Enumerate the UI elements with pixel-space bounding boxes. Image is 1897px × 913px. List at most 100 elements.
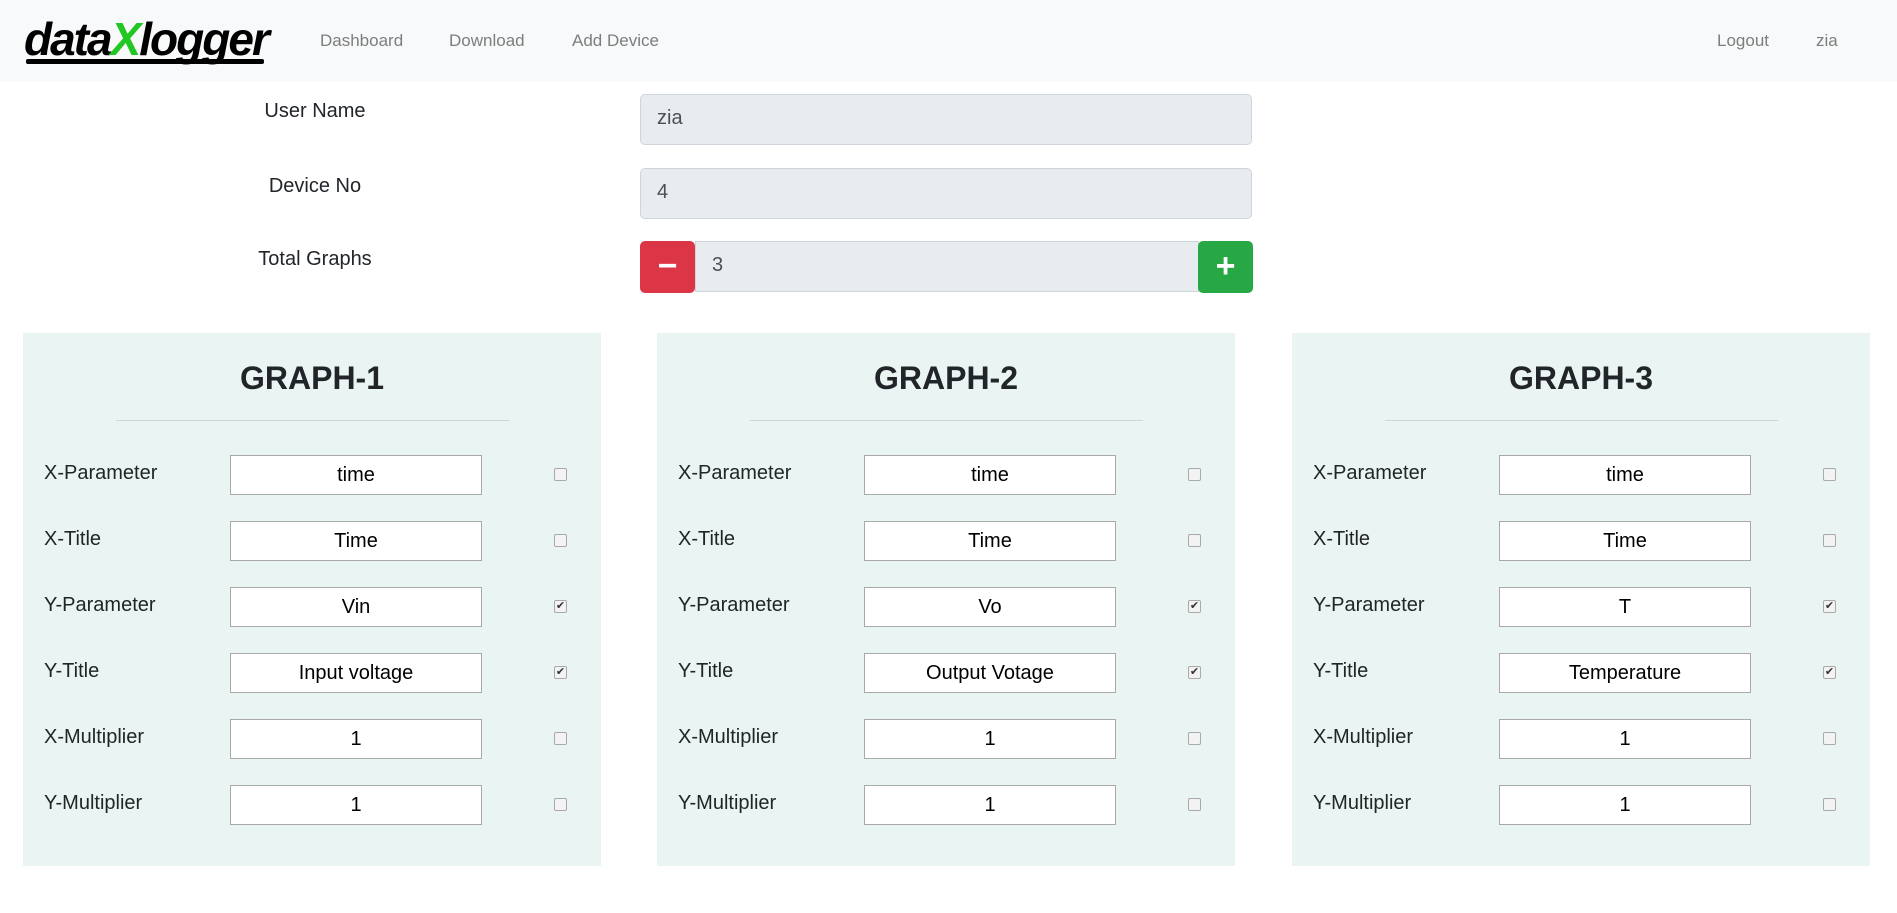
row-checkbox[interactable] xyxy=(1823,534,1836,547)
graph-row: X-Title Time xyxy=(1292,521,1870,561)
row-checkbox[interactable] xyxy=(1188,798,1201,811)
user-name-label: User Name xyxy=(264,100,366,122)
logo-underline xyxy=(26,59,264,64)
logo-text-data: data xyxy=(24,13,113,65)
graph-row: Y-Parameter T ✔ xyxy=(1292,587,1870,627)
nav-user[interactable]: zia xyxy=(1816,31,1838,51)
row-checkbox[interactable] xyxy=(1188,468,1201,481)
row-input[interactable]: time xyxy=(230,455,482,495)
row-label: Y-Title xyxy=(678,660,734,682)
row-input[interactable]: Vo xyxy=(864,587,1116,627)
row-label: Y-Multiplier xyxy=(678,792,777,814)
graph-row: Y-Parameter Vin ✔ xyxy=(23,587,601,627)
graph-panel-1: GRAPH-1 X-Parameter time X-Title Time Y-… xyxy=(23,333,601,866)
row-checkbox[interactable] xyxy=(1823,732,1836,745)
row-label: X-Title xyxy=(1313,528,1371,550)
row-input[interactable]: 1 xyxy=(864,785,1116,825)
row-input[interactable]: Time xyxy=(864,521,1116,561)
row-input[interactable]: 1 xyxy=(864,719,1116,759)
row-label: X-Title xyxy=(44,528,102,550)
navbar: dataXlogger Dashboard Download Add Devic… xyxy=(0,0,1897,82)
device-no-label: Device No xyxy=(268,175,362,197)
total-graphs-field[interactable]: 3 xyxy=(695,241,1199,292)
row-input[interactable]: T xyxy=(1499,587,1751,627)
graph-row: Y-Title Output Votage ✔ xyxy=(657,653,1235,693)
row-input[interactable]: time xyxy=(1499,455,1751,495)
row-checkbox[interactable] xyxy=(554,468,567,481)
graph-row: Y-Title Input voltage ✔ xyxy=(23,653,601,693)
row-label: X-Parameter xyxy=(1313,462,1427,484)
row-checkbox[interactable] xyxy=(1823,798,1836,811)
row-input[interactable]: Time xyxy=(230,521,482,561)
row-checkbox[interactable]: ✔ xyxy=(554,600,567,613)
graph-row: Y-Multiplier 1 xyxy=(1292,785,1870,825)
nav-logout[interactable]: Logout xyxy=(1717,31,1769,51)
row-input[interactable]: Output Votage xyxy=(864,653,1116,693)
graph-title: GRAPH-2 xyxy=(873,360,1018,396)
total-graphs-label: Total Graphs xyxy=(258,248,372,270)
row-label: X-Title xyxy=(678,528,736,550)
logo[interactable]: dataXlogger xyxy=(24,12,270,66)
increase-graphs-button[interactable]: + xyxy=(1198,241,1253,293)
graph-title: GRAPH-1 xyxy=(239,360,384,396)
row-input[interactable]: Input voltage xyxy=(230,653,482,693)
graph-row: X-Parameter time xyxy=(1292,455,1870,495)
nav-dashboard[interactable]: Dashboard xyxy=(320,31,403,51)
logo-text-logger: logger xyxy=(139,13,270,65)
divider xyxy=(750,420,1143,421)
row-input[interactable]: 1 xyxy=(1499,719,1751,759)
divider xyxy=(116,420,509,421)
row-label: X-Parameter xyxy=(678,462,792,484)
graph-row: X-Multiplier 1 xyxy=(1292,719,1870,759)
row-checkbox[interactable]: ✔ xyxy=(1823,666,1836,679)
row-label: Y-Title xyxy=(44,660,100,682)
row-checkbox[interactable]: ✔ xyxy=(1823,600,1836,613)
row-checkbox[interactable]: ✔ xyxy=(1188,666,1201,679)
graph-panel-3: GRAPH-3 X-Parameter time X-Title Time Y-… xyxy=(1292,333,1870,866)
divider xyxy=(1385,420,1778,421)
row-label: Y-Title xyxy=(1313,660,1369,682)
row-checkbox[interactable] xyxy=(554,534,567,547)
decrease-graphs-button[interactable]: − xyxy=(640,241,695,293)
row-input[interactable]: 1 xyxy=(230,719,482,759)
row-label: Y-Multiplier xyxy=(1313,792,1412,814)
minus-icon: − xyxy=(657,247,678,285)
row-label: Y-Parameter xyxy=(678,594,790,616)
row-input[interactable]: time xyxy=(864,455,1116,495)
user-name-field[interactable]: zia xyxy=(640,94,1252,145)
graph-row: Y-Multiplier 1 xyxy=(657,785,1235,825)
row-label: X-Multiplier xyxy=(678,726,779,748)
row-label: Y-Parameter xyxy=(1313,594,1425,616)
nav-download[interactable]: Download xyxy=(449,31,525,51)
nav-add-device[interactable]: Add Device xyxy=(572,31,659,51)
graph-row: Y-Title Temperature ✔ xyxy=(1292,653,1870,693)
row-input[interactable]: Vin xyxy=(230,587,482,627)
graph-row: X-Parameter time xyxy=(23,455,601,495)
row-input[interactable]: Temperature xyxy=(1499,653,1751,693)
row-checkbox[interactable] xyxy=(1823,468,1836,481)
graph-title: GRAPH-3 xyxy=(1508,360,1653,396)
row-checkbox[interactable]: ✔ xyxy=(1188,600,1201,613)
graph-row: Y-Multiplier 1 xyxy=(23,785,601,825)
row-label: Y-Parameter xyxy=(44,594,156,616)
row-checkbox[interactable]: ✔ xyxy=(554,666,567,679)
logo-text-x: X xyxy=(110,13,142,65)
row-checkbox[interactable] xyxy=(554,732,567,745)
row-input[interactable]: 1 xyxy=(230,785,482,825)
row-checkbox[interactable] xyxy=(1188,732,1201,745)
graph-row: X-Title Time xyxy=(657,521,1235,561)
graph-row: X-Parameter time xyxy=(657,455,1235,495)
row-label: X-Multiplier xyxy=(1313,726,1414,748)
row-checkbox[interactable] xyxy=(554,798,567,811)
row-label: X-Parameter xyxy=(44,462,158,484)
row-input[interactable]: Time xyxy=(1499,521,1751,561)
row-checkbox[interactable] xyxy=(1188,534,1201,547)
row-input[interactable]: 1 xyxy=(1499,785,1751,825)
graph-panel-2: GRAPH-2 X-Parameter time X-Title Time Y-… xyxy=(657,333,1235,866)
graph-row: X-Multiplier 1 xyxy=(23,719,601,759)
device-no-field[interactable]: 4 xyxy=(640,168,1252,219)
graph-row: X-Title Time xyxy=(23,521,601,561)
row-label: Y-Multiplier xyxy=(44,792,143,814)
plus-icon: + xyxy=(1215,247,1236,285)
graph-row: X-Multiplier 1 xyxy=(657,719,1235,759)
